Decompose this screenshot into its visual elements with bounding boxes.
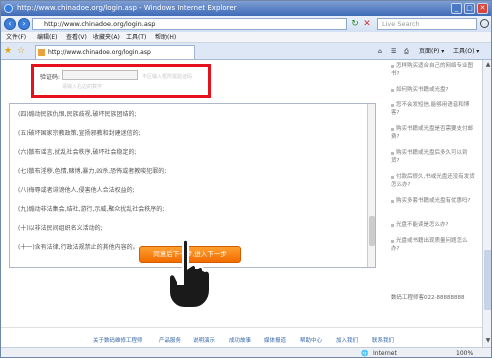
page-menu[interactable]: 页面(P) ▾ xyxy=(419,46,444,57)
faq-item[interactable]: 购买书籍或光盘后多久可以到货? xyxy=(391,149,475,165)
faq-item[interactable]: 购买书籍或光盘是否需要支付邮费? xyxy=(391,125,475,141)
faq-item[interactable]: 光盘或书籍出现质量问题怎么办? xyxy=(391,237,475,253)
terms-scroll-thumb[interactable] xyxy=(369,216,375,246)
tab-page-icon xyxy=(38,49,45,56)
term-item: (八)侮辱或者诽谤他人,侵害他人合法权益的; xyxy=(18,187,135,194)
menu-bar: 文件(F) 编辑(E) 查看(V) 收藏夹(A) 工具(T) 帮助(H) xyxy=(1,32,491,43)
menu-tools[interactable]: 工具(T) xyxy=(126,32,146,43)
menu-view[interactable]: 查看(V) xyxy=(66,32,87,43)
scroll-up-icon[interactable]: ▲ xyxy=(484,61,491,69)
pointing-hand-icon xyxy=(168,238,211,309)
term-item: (六)散布谣言,扰乱社会秩序,破坏社会稳定的; xyxy=(18,149,137,156)
browser-window: http://www.chinadoe.org/login.asp - Wind… xyxy=(0,0,492,358)
captcha-input[interactable] xyxy=(62,70,138,80)
ie-logo-icon xyxy=(4,4,13,13)
address-bar[interactable]: http://www.chinadoe.org/login.asp xyxy=(32,18,347,30)
terms-scrollbar[interactable] xyxy=(367,104,375,267)
menu-file[interactable]: 文件(F) xyxy=(6,32,26,43)
hotline-text: 数码工程师客022-88888888 xyxy=(391,295,465,301)
captcha-highlight-box: 验证码: 不区输入框所需验证码 请输入右边的数字 xyxy=(31,64,211,98)
footer-link[interactable]: 成功故事 xyxy=(229,336,251,344)
captcha-hint-secondary: 请输入右边的数字 xyxy=(62,84,103,90)
menu-edit[interactable]: 编辑(E) xyxy=(37,32,57,43)
term-item: (十一)含有法律,行政法规禁止的其他内容的。 xyxy=(18,244,139,251)
faq-item[interactable]: 怎样购买适合自己的网络专业图书? xyxy=(391,62,475,78)
tab-title: http://www.chinadoe.org/login.asp xyxy=(48,49,151,56)
captcha-label: 验证码: xyxy=(40,74,61,81)
minimize-button[interactable]: _ xyxy=(451,3,462,14)
footer-link[interactable]: 加入我们 xyxy=(336,336,358,344)
page-scrollbar[interactable]: ▲ ▼ xyxy=(482,60,491,347)
search-icon[interactable] xyxy=(480,19,489,28)
search-input[interactable]: Live Search xyxy=(377,18,477,30)
term-item: (五)破坏国家宗教政策,宣扬邪教和封建迷信的; xyxy=(18,130,141,137)
scroll-down-icon[interactable]: ▼ xyxy=(484,337,491,345)
back-icon[interactable]: ‹ xyxy=(4,18,16,30)
home-icon[interactable]: ⌂ xyxy=(378,46,382,57)
close-button[interactable]: ✕ xyxy=(477,3,488,14)
forward-icon[interactable]: › xyxy=(18,18,30,30)
status-bar: 🌐 Internet 100% xyxy=(1,347,491,357)
footer-link[interactable]: 关于数码维修工程师 xyxy=(93,336,143,344)
feeds-icon[interactable]: ☰ xyxy=(391,46,396,57)
footer-link[interactable]: 联系我们 xyxy=(372,336,394,344)
footer-divider xyxy=(1,327,482,328)
term-item: (四)煽动民族仇恨,民族歧视,破坏民族团结的; xyxy=(18,111,137,118)
tab-bar: ★ ☆ http://www.chinadoe.org/login.asp ⌂ … xyxy=(1,43,491,60)
navigation-bar: ‹ › http://www.chinadoe.org/login.asp ↻ … xyxy=(1,16,491,32)
zoom-label[interactable]: 100% xyxy=(456,348,473,357)
globe-icon: 🌐 xyxy=(361,350,369,357)
page-scroll-thumb[interactable] xyxy=(484,250,491,310)
page-content: 验证码: 不区输入框所需验证码 请输入右边的数字 (四)煽动民族仇恨,民族歧视,… xyxy=(1,60,482,347)
faq-item[interactable]: 如何购买书籍或光盘? xyxy=(391,86,475,94)
menu-help[interactable]: 帮助(H) xyxy=(155,32,176,43)
term-item: (九)煽动非法集会,结社,游行,示威,聚众扰乱社会秩序的; xyxy=(18,206,165,213)
tools-menu[interactable]: 工具(O) ▾ xyxy=(453,46,479,57)
term-item: (七)散布淫秽,色情,赌博,暴力,凶杀,恐怖或者教唆犯罪的; xyxy=(18,168,167,175)
title-bar: http://www.chinadoe.org/login.asp - Wind… xyxy=(1,1,491,16)
faq-item[interactable]: 付款后很久,书或光盘还没有发货怎么办? xyxy=(391,173,475,189)
footer-link[interactable]: 帮助中心 xyxy=(300,336,322,344)
term-item: (十)以非法民间组织名义活动的; xyxy=(18,225,103,232)
print-icon[interactable]: ⎙ xyxy=(404,46,409,57)
faq-item[interactable]: 您不会发短信,能够用语音和博客? xyxy=(391,101,475,117)
footer-link[interactable]: 说明演示 xyxy=(193,336,215,344)
faq-sidebar: 怎样购买适合自己的网络专业图书? 如何购买书籍或光盘? 您不会发短信,能够用语音… xyxy=(385,60,480,305)
footer-link[interactable]: 媒体报道 xyxy=(264,336,286,344)
add-favorite-icon[interactable]: ☆ xyxy=(17,46,28,57)
tab-current[interactable]: http://www.chinadoe.org/login.asp xyxy=(35,45,195,59)
menu-favorites[interactable]: 收藏夹(A) xyxy=(93,32,120,43)
refresh-icon[interactable]: ↻ xyxy=(350,19,360,29)
faq-item[interactable]: 购买多套书籍或光盘有优惠吗? xyxy=(391,197,475,205)
window-title: http://www.chinadoe.org/login.asp - Wind… xyxy=(17,4,237,12)
faq-item[interactable]: 光盘不能读是怎么办? xyxy=(391,221,475,229)
stop-icon[interactable]: ✕ xyxy=(362,19,372,29)
maximize-button[interactable]: □ xyxy=(464,3,475,14)
footer-link[interactable]: 产品服务 xyxy=(159,336,181,344)
zone-label: Internet xyxy=(373,350,397,357)
favorites-star-icon[interactable]: ★ xyxy=(4,46,15,57)
captcha-hint: 不区输入框所需验证码 xyxy=(142,74,193,80)
